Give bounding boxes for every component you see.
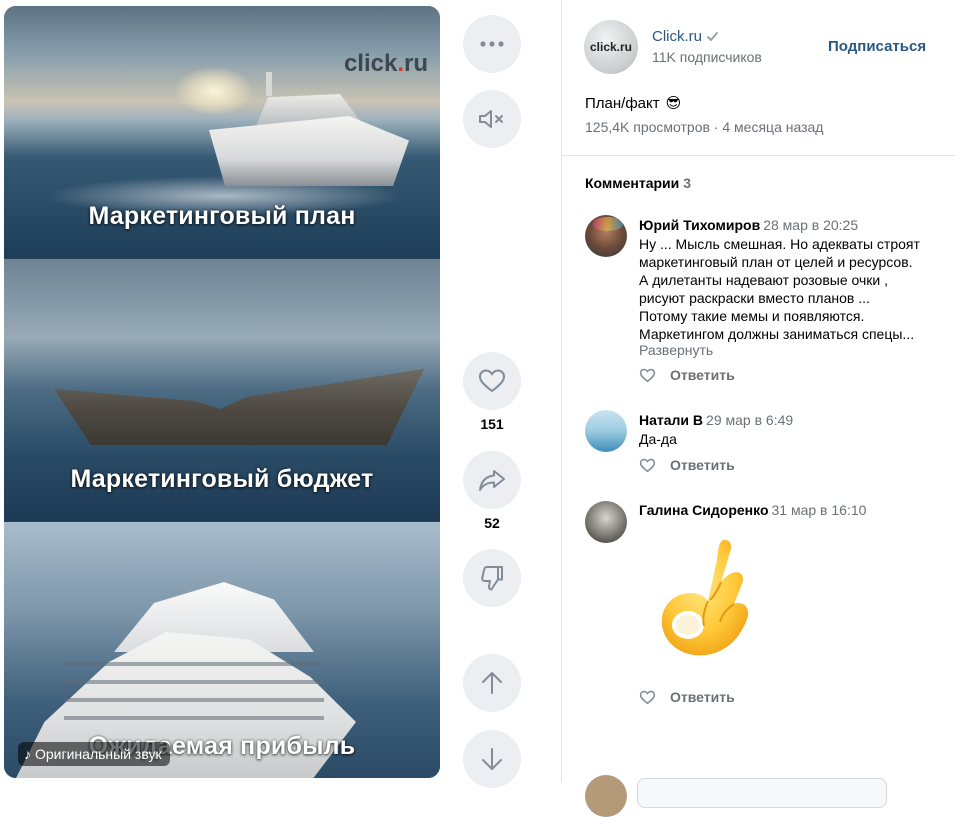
comment-author[interactable]: Юрий Тихомиров 28 мар в 20:25 <box>639 217 858 233</box>
comment-date[interactable]: 31 мар в 16:10 <box>772 502 867 518</box>
video-panel-plan: click.ru Маркетинговый план <box>4 6 440 258</box>
reply-button[interactable]: Ответить <box>670 367 735 383</box>
heart-icon[interactable] <box>639 368 656 383</box>
sound-label: Оригинальный звук <box>35 746 162 762</box>
likes-count: 151 <box>480 416 504 432</box>
video-panel-profit: Ожидаемая прибыль <box>4 522 440 778</box>
ship-window-row <box>64 662 324 666</box>
sun-glow <box>174 66 254 116</box>
yacht-image <box>209 116 409 186</box>
commenter-avatar[interactable] <box>585 501 627 543</box>
comment-date[interactable]: 28 мар в 20:25 <box>763 217 858 233</box>
yacht-mast <box>266 72 272 96</box>
comment-reply-row[interactable]: Ответить <box>639 457 735 473</box>
music-note-icon: ♪ <box>24 746 31 762</box>
heart-icon <box>478 369 506 393</box>
heart-icon[interactable] <box>639 690 656 705</box>
section-divider <box>562 155 955 156</box>
ship-window-row <box>64 698 324 702</box>
comment-date[interactable]: 29 мар в 6:49 <box>706 412 793 428</box>
comment-line: Ну ... Мысль смешная. Но адекваты строят <box>639 236 920 252</box>
comments-header: Комментарии 3 <box>585 175 691 191</box>
comment-author-name[interactable]: Галина Сидоренко <box>639 502 769 518</box>
author-avatar[interactable]: click.ru <box>584 20 638 74</box>
current-user-avatar <box>585 775 627 817</box>
subscriber-count: 11K подписчиков <box>652 49 762 65</box>
panel-divider <box>561 0 562 782</box>
comment-reply-row[interactable]: Ответить <box>639 689 735 705</box>
author-avatar-text: click.ru <box>589 40 633 54</box>
heart-icon[interactable] <box>639 458 656 473</box>
broken-boat-image <box>54 369 424 445</box>
comments-count: 3 <box>683 175 692 191</box>
caption-budget: Маркетинговый бюджет <box>70 465 374 493</box>
share-arrow-icon <box>479 470 505 491</box>
more-button[interactable] <box>463 15 521 73</box>
post-title-text: План/факт <box>585 94 660 112</box>
sunglasses-emoji-icon: 😎 <box>665 95 682 112</box>
caption-plan: Маркетинговый план <box>88 202 356 230</box>
mute-button[interactable] <box>463 90 521 148</box>
speaker-muted-icon <box>479 110 503 128</box>
post-title: План/факт 😎 <box>585 94 682 113</box>
comment-line: Потому такие мемы и появляются. <box>639 308 865 324</box>
commenter-avatar[interactable] <box>585 410 627 452</box>
comment-line: Да-да <box>639 431 677 447</box>
click-ru-logo: click.ru <box>343 50 428 77</box>
comment-line: рисуют раскраски вместо планов ... <box>639 290 870 306</box>
shares-count: 52 <box>484 515 500 531</box>
thumbs-down-icon <box>481 566 503 591</box>
subscribe-button[interactable]: Подписаться <box>828 38 926 55</box>
original-sound-badge[interactable]: ♪ Оригинальный звук <box>18 742 170 766</box>
ship-window-row <box>64 716 324 720</box>
arrow-down-icon <box>482 748 502 770</box>
post-meta: 125,4K просмотров · 4 месяца назад <box>585 119 824 135</box>
like-button[interactable] <box>463 352 521 410</box>
comment-author[interactable]: Галина Сидоренко 31 мар в 16:10 <box>639 502 866 518</box>
video-panel-budget: Маркетинговый бюджет <box>4 259 440 521</box>
comment-input[interactable] <box>637 778 887 808</box>
comment-text: Да-да <box>639 430 939 448</box>
comments-label: Комментарии <box>585 175 680 191</box>
video-player[interactable]: click.ru Маркетинговый план Маркетинговы… <box>4 6 440 778</box>
expand-link[interactable]: Развернуть <box>639 342 713 358</box>
author-name-link[interactable]: Click.ru <box>652 28 719 45</box>
comment-reply-row[interactable]: Ответить <box>639 367 735 383</box>
commenter-avatar[interactable] <box>585 215 627 257</box>
more-dots-icon <box>480 41 504 47</box>
reply-button[interactable]: Ответить <box>670 689 735 705</box>
comment-text: Ну ... Мысль смешная. Но адекваты строят… <box>639 235 939 343</box>
author-name: Click.ru <box>652 28 703 45</box>
comment-line: А дилетанты надевают розовые очки , <box>639 272 889 288</box>
comment-line: Маркетингом должны заниматься спецы... <box>639 326 915 342</box>
ship-window-row <box>64 680 324 684</box>
reply-button[interactable]: Ответить <box>670 457 735 473</box>
arrow-up-icon <box>482 672 502 694</box>
previous-video-button[interactable] <box>463 654 521 712</box>
comment-author-name[interactable]: Натали В <box>639 412 703 428</box>
comment-author[interactable]: Натали В 29 мар в 6:49 <box>639 412 793 428</box>
dislike-button[interactable] <box>463 549 521 607</box>
share-button[interactable] <box>463 451 521 509</box>
next-video-button[interactable] <box>463 730 521 788</box>
comment-line: маркетинговый план от целей и ресурсов. <box>639 254 913 270</box>
ok-hand-sticker <box>655 533 757 663</box>
comment-author-name[interactable]: Юрий Тихомиров <box>639 217 760 233</box>
verified-check-icon <box>707 32 719 41</box>
